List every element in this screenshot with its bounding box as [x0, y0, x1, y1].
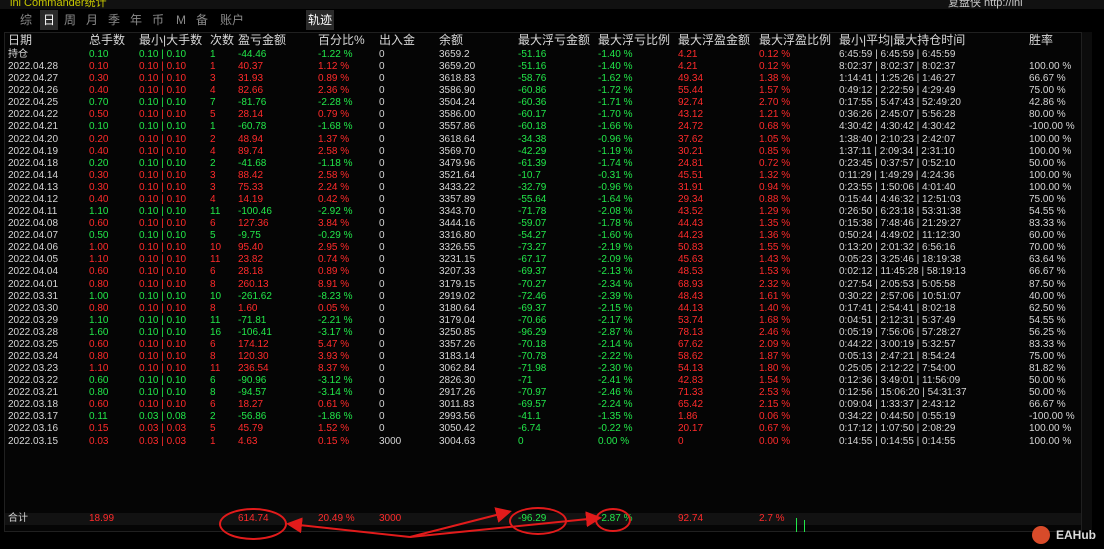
logo-icon — [1032, 526, 1050, 544]
chart-tick — [804, 520, 805, 532]
arrow-to-profit — [286, 517, 411, 538]
annotation-arrows — [286, 507, 602, 538]
chart-tick — [796, 518, 797, 532]
eahub-logo: EAHub — [1032, 526, 1104, 546]
arrow-to-float-ratio — [409, 511, 602, 538]
arrow-to-float-loss — [409, 507, 512, 538]
logo-text: EAHub — [1056, 528, 1096, 542]
